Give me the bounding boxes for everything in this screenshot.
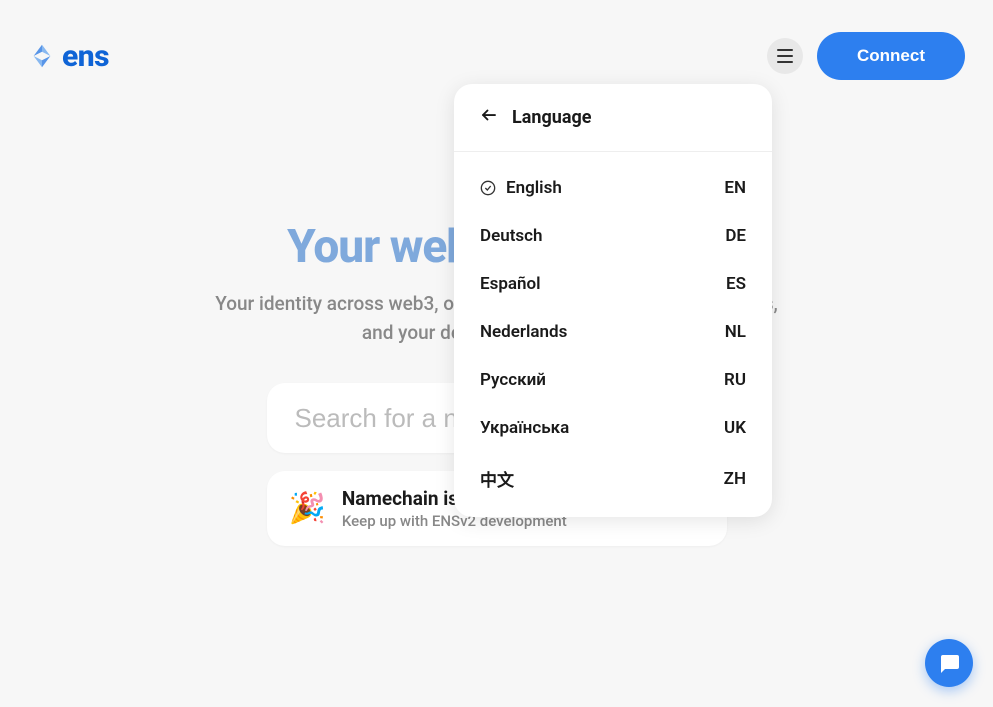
connect-button[interactable]: Connect (817, 32, 965, 80)
language-name: 中文 (480, 466, 514, 491)
language-dropdown: Language English EN Deutsch DE E (454, 84, 772, 517)
language-code: NL (725, 322, 746, 342)
language-item-chinese[interactable]: 中文 ZH (454, 452, 772, 505)
party-icon: 🎉 (289, 491, 326, 526)
language-name: Русский (480, 370, 546, 390)
language-item-deutsch[interactable]: Deutsch DE (454, 212, 772, 260)
language-code: ES (726, 274, 746, 294)
chat-icon (937, 651, 961, 675)
language-code: RU (724, 370, 746, 390)
ens-logo-icon (28, 42, 56, 70)
language-name: Español (480, 274, 541, 294)
language-name: English (506, 178, 562, 198)
language-item-nederlands[interactable]: Nederlands NL (454, 308, 772, 356)
dropdown-header: Language (454, 84, 772, 152)
header-actions: Connect (767, 32, 965, 80)
language-item-espanol[interactable]: Español ES (454, 260, 772, 308)
check-icon (480, 180, 496, 196)
language-code: DE (725, 226, 746, 246)
language-item-russian[interactable]: Русский RU (454, 356, 772, 404)
logo[interactable]: ens (28, 39, 109, 74)
language-item-english[interactable]: English EN (454, 164, 772, 212)
language-code: EN (724, 178, 746, 198)
chat-button[interactable] (925, 639, 973, 687)
hamburger-icon (777, 49, 793, 63)
back-arrow-icon[interactable] (480, 106, 498, 129)
language-name: Deutsch (480, 226, 543, 246)
language-name: Nederlands (480, 322, 567, 342)
logo-text: ens (62, 39, 109, 74)
language-code: ZH (724, 469, 746, 489)
language-item-ukrainian[interactable]: Українська UK (454, 404, 772, 452)
language-code: UK (724, 418, 746, 438)
language-name: Українська (480, 418, 569, 438)
menu-button[interactable] (767, 38, 803, 74)
header: ens Connect (0, 0, 993, 80)
language-list: English EN Deutsch DE Español ES Nederla… (454, 152, 772, 517)
dropdown-title: Language (512, 107, 591, 128)
